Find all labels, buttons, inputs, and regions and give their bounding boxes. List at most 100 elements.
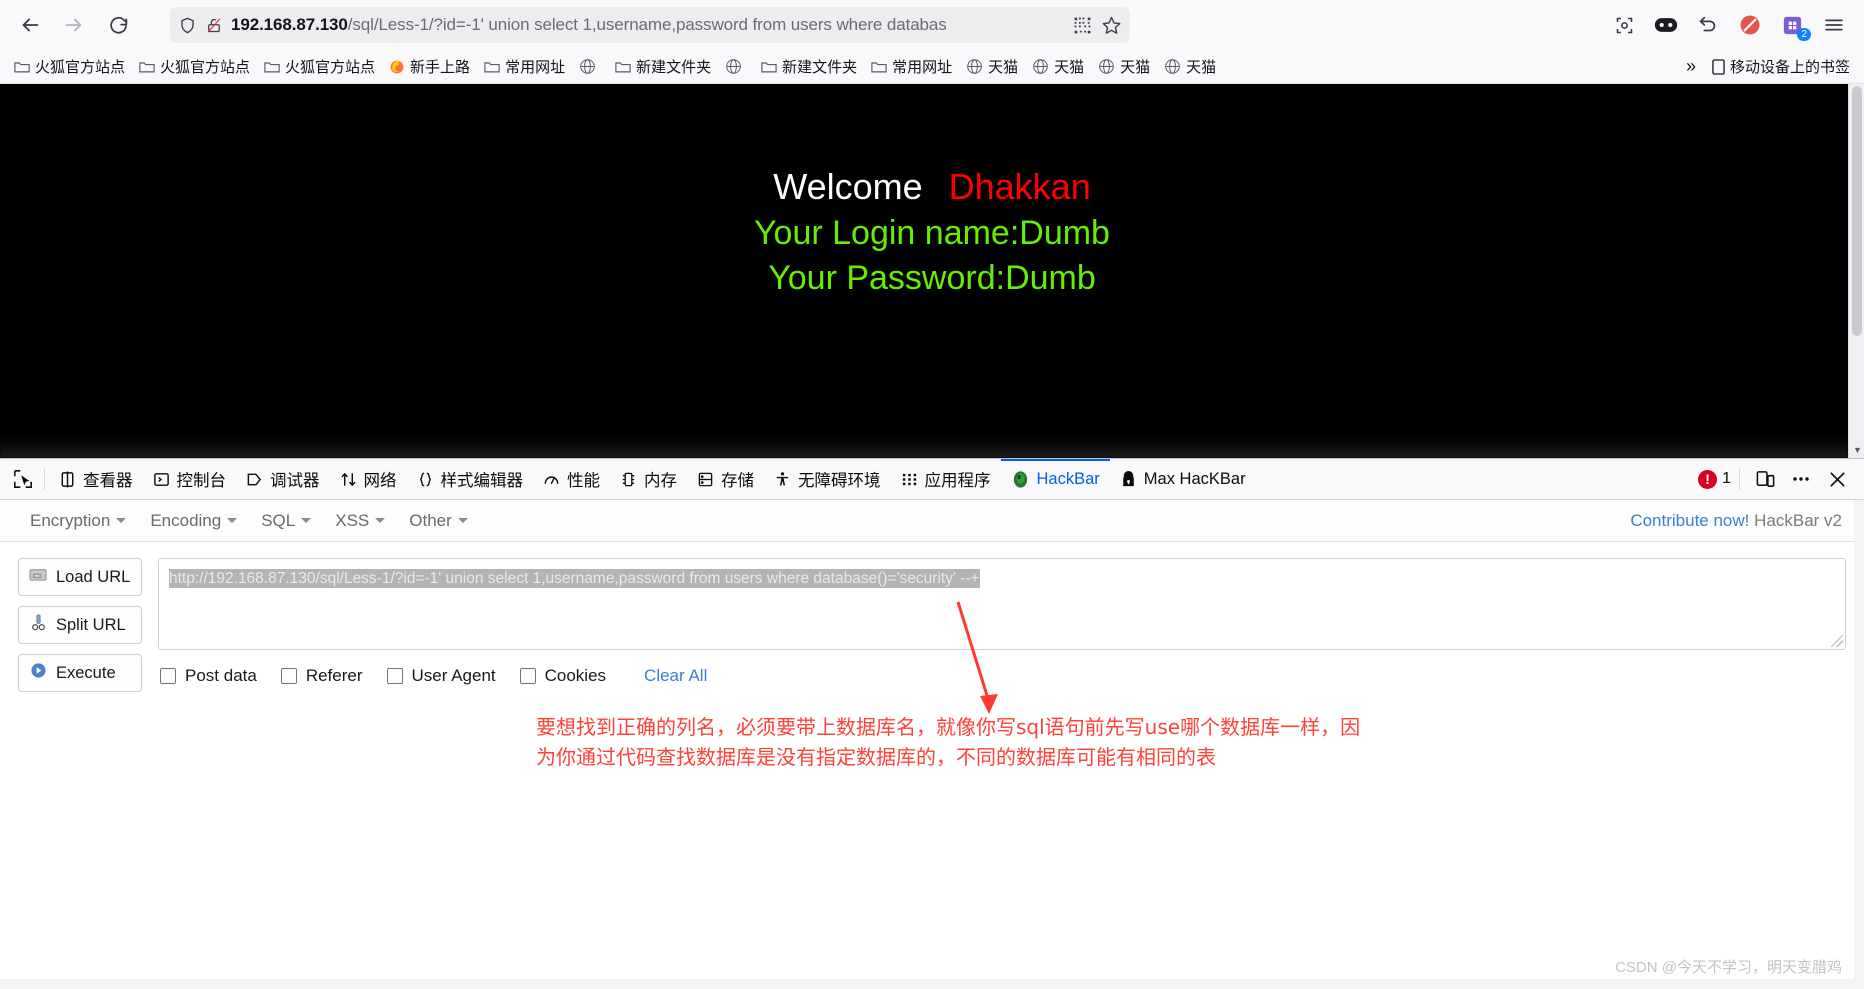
bookmark-item[interactable]: 火狐官方站点 <box>133 54 256 79</box>
chevron-down-icon <box>301 518 312 523</box>
url-text[interactable]: 192.168.87.130/sql/Less-1/?id=-1' union … <box>231 15 1064 35</box>
globe-icon <box>725 58 742 75</box>
checkbox-box[interactable] <box>519 668 536 684</box>
bookmark-item[interactable] <box>719 56 753 77</box>
bookmark-label: 天猫 <box>1054 59 1085 76</box>
tab-label: 存储 <box>721 472 754 490</box>
bookmark-item[interactable]: 新建文件夹 <box>609 54 717 79</box>
bookmark-label: 火狐官方站点 <box>285 59 376 76</box>
bookmark-item[interactable]: 新手上路 <box>383 54 476 79</box>
toolbar-right-icons: 2 <box>1604 7 1854 43</box>
checkbox-label: Referer <box>305 666 363 685</box>
error-count-badge[interactable]: ! 1 <box>1698 469 1731 489</box>
clear-all-link[interactable]: Clear All <box>644 666 707 686</box>
tab-max-hackbar[interactable]: Max HacKBar <box>1110 459 1256 499</box>
split-url-icon <box>29 614 48 636</box>
more-options-icon[interactable] <box>1784 464 1818 494</box>
textarea-resize-handle[interactable] <box>1831 635 1843 647</box>
tab-memory[interactable]: 内存 <box>610 459 687 499</box>
back-button[interactable] <box>10 7 50 43</box>
bookmark-item[interactable]: 天猫 <box>960 54 1024 79</box>
watermark: CSDN @今天不学习，明天变腊鸡 <box>1615 959 1842 976</box>
bookmark-item[interactable] <box>573 56 607 77</box>
bookmark-item[interactable]: 新建文件夹 <box>755 54 863 79</box>
url-host: 192.168.87.130 <box>231 15 348 34</box>
mobile-bookmarks-label: 移动设备上的书签 <box>1729 59 1850 76</box>
execute-icon <box>29 662 48 684</box>
menu-label: Encoding <box>150 510 222 530</box>
hamburger-menu-icon[interactable] <box>1814 7 1854 43</box>
button-label: Split URL <box>56 615 126 634</box>
element-picker-icon[interactable] <box>6 462 40 496</box>
scroll-thumb[interactable] <box>1852 86 1862 336</box>
checkbox-label: User Agent <box>411 666 496 685</box>
tab-debugger[interactable]: 调试器 <box>236 459 330 499</box>
responsive-design-icon[interactable] <box>1748 464 1782 494</box>
tab-console[interactable]: 控制台 <box>143 459 237 499</box>
checkbox-post-data[interactable]: Post data <box>160 666 257 686</box>
tab-style-editor[interactable]: 样式编辑器 <box>407 459 534 499</box>
firefox-icon <box>389 59 405 75</box>
url-bar[interactable]: 192.168.87.130/sql/Less-1/?id=-1' union … <box>170 7 1130 43</box>
tab-label: 内存 <box>644 472 677 490</box>
devtools-tab-bar: 查看器 控制台 调试器 网络 样式编辑器 性能 内存 存储 无障碍环境 应用程序… <box>0 459 1864 500</box>
bookmark-item[interactable]: 常用网址 <box>478 54 571 79</box>
devtools-toolbar-right: ! 1 <box>1698 464 1864 494</box>
max-hackbar-lock-icon <box>1120 470 1137 488</box>
close-icon[interactable] <box>1820 464 1854 494</box>
tab-label: 样式编辑器 <box>440 472 524 490</box>
bookmark-label: 常用网址 <box>892 59 953 76</box>
bookmark-item[interactable]: 火狐官方站点 <box>258 54 381 79</box>
bookmark-item[interactable]: 常用网址 <box>865 54 958 79</box>
checkbox-box[interactable] <box>160 668 176 684</box>
bookmark-item[interactable]: 天猫 <box>1026 54 1090 79</box>
execute-button[interactable]: Execute <box>18 654 142 692</box>
checkbox-user-agent[interactable]: User Agent <box>386 666 496 686</box>
menu-label: SQL <box>261 510 296 530</box>
qr-code-icon[interactable] <box>1072 15 1093 36</box>
menu-label: XSS <box>335 510 370 530</box>
forward-button[interactable] <box>54 7 94 43</box>
tab-inspector[interactable]: 查看器 <box>49 459 143 499</box>
undo-icon[interactable] <box>1688 7 1728 43</box>
hackbar-vertical-scrollbar[interactable] <box>1854 500 1864 989</box>
tab-hackbar[interactable]: HackBar <box>1000 459 1111 499</box>
menu-other[interactable]: Other <box>397 507 480 535</box>
bookmark-star-icon[interactable] <box>1101 15 1122 36</box>
bookmarks-overflow-button[interactable]: » <box>1678 54 1704 79</box>
bookmark-item[interactable]: 天猫 <box>1158 54 1222 79</box>
chevron-down-icon <box>457 518 468 523</box>
checkbox-referer[interactable]: Referer <box>280 666 363 686</box>
bookmark-label: 天猫 <box>988 59 1019 76</box>
checkbox-box[interactable] <box>386 668 403 684</box>
menu-encryption[interactable]: Encryption <box>18 507 138 535</box>
bookmark-item[interactable]: 天猫 <box>1092 54 1156 79</box>
bookmark-item[interactable]: 火狐官方站点 <box>8 54 131 79</box>
checkbox-box[interactable] <box>280 668 297 684</box>
extension-icon[interactable]: 2 <box>1772 7 1812 43</box>
mobile-bookmarks-item[interactable]: 移动设备上的书签 <box>1706 54 1856 79</box>
menu-encoding[interactable]: Encoding <box>138 507 249 535</box>
tab-application[interactable]: 应用程序 <box>891 459 1001 499</box>
reload-button[interactable] <box>98 7 138 43</box>
menu-sql[interactable]: SQL <box>249 507 323 535</box>
globe-icon <box>579 58 596 75</box>
checkbox-cookies[interactable]: Cookies <box>519 666 606 686</box>
screenshot-icon[interactable] <box>1604 7 1644 43</box>
tab-network[interactable]: 网络 <box>330 459 407 499</box>
pocket-icon[interactable] <box>1646 7 1686 43</box>
url-path: /sql/Less-1/?id=-1' union select 1,usern… <box>347 15 947 34</box>
load-url-button[interactable]: Load URL <box>18 558 142 596</box>
tab-accessibility[interactable]: 无障碍环境 <box>764 459 891 499</box>
hackbar-horizontal-scrollbar[interactable] <box>0 979 1864 989</box>
tab-performance[interactable]: 性能 <box>533 459 610 499</box>
blocked-icon[interactable] <box>1730 7 1770 43</box>
menu-xss[interactable]: XSS <box>323 507 397 535</box>
tab-storage[interactable]: 存储 <box>687 459 764 499</box>
contribute-link[interactable]: Contribute now! <box>1630 511 1749 530</box>
scroll-down-arrow[interactable]: ▼ <box>1853 445 1862 455</box>
page-vertical-scrollbar[interactable]: ▲ ▼ <box>1848 84 1864 458</box>
broken-lock-icon[interactable] <box>205 16 223 35</box>
dhakkan-text: Dhakkan <box>948 166 1091 207</box>
split-url-button[interactable]: Split URL <box>18 606 142 644</box>
